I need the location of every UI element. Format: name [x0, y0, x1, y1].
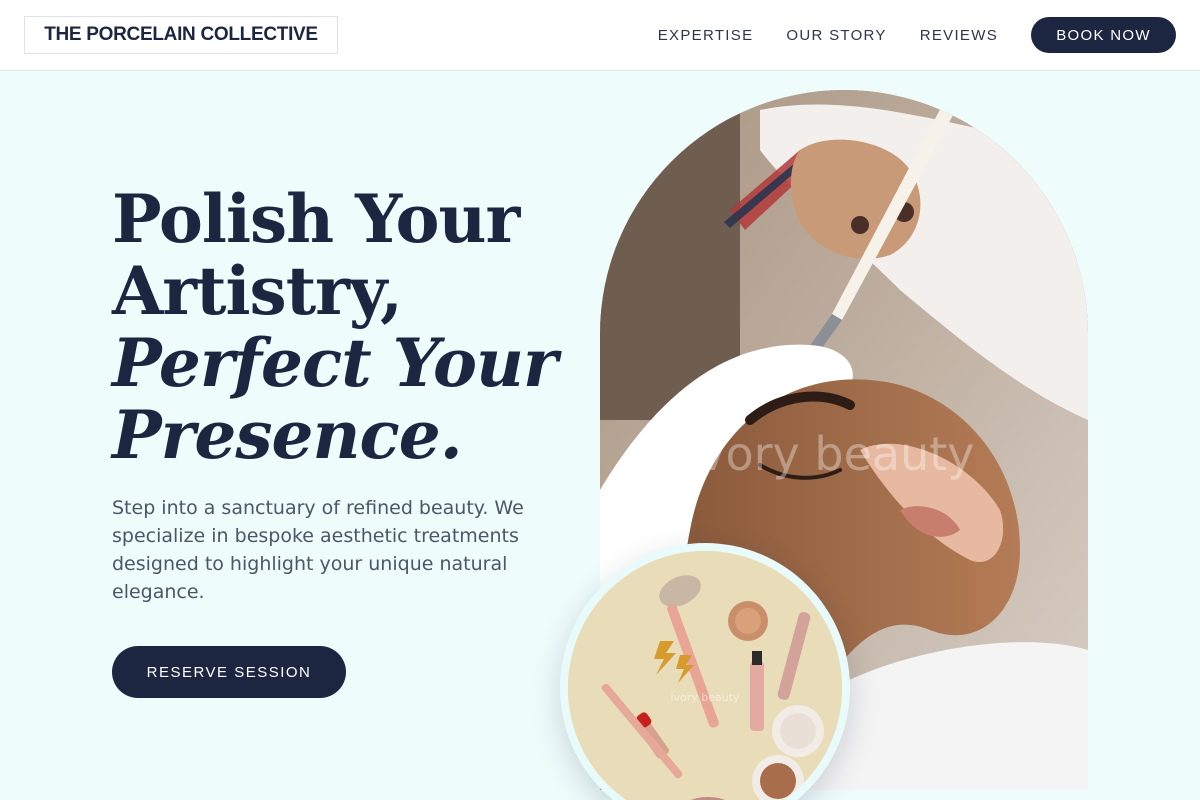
main-nav: EXPERTISE OUR STORY REVIEWS BOOK NOW [658, 17, 1176, 53]
hero-title-line-4: Presence. [112, 396, 463, 474]
nav-link-expertise[interactable]: EXPERTISE [658, 27, 754, 44]
makeup-tools-illustration: ivory beauty [568, 551, 842, 800]
brand-logo[interactable]: THE PORCELAIN COLLECTIVE [24, 16, 338, 54]
main-image-watermark: ivory beauty [685, 427, 974, 481]
site-header: THE PORCELAIN COLLECTIVE EXPERTISE OUR S… [0, 0, 1200, 71]
hero-title: Polish Your Artistry, Perfect Your Prese… [112, 183, 572, 471]
circle-image-watermark: ivory beauty [670, 691, 740, 704]
nav-link-reviews[interactable]: REVIEWS [920, 27, 998, 44]
hero-title-line-3: Perfect Your [112, 324, 558, 402]
book-now-button[interactable]: BOOK NOW [1031, 17, 1176, 53]
hero-description: Step into a sanctuary of refined beauty.… [112, 497, 524, 603]
hero-title-line-1: Polish Your [112, 180, 520, 258]
makeup-tools-circle: ivory beauty [568, 551, 842, 800]
hero-title-line-2: Artistry, [112, 252, 403, 330]
nav-link-our-story[interactable]: OUR STORY [786, 27, 886, 44]
reserve-session-button[interactable]: RESERVE SESSION [112, 646, 346, 698]
